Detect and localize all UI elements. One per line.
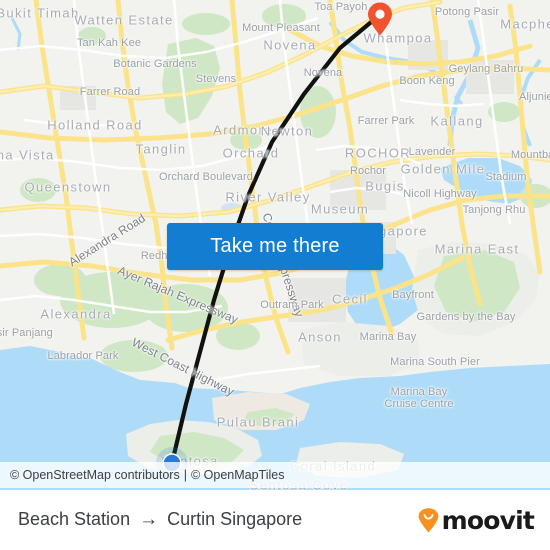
route-footer: Beach Station → Curtin Singapore moovit [0,490,550,550]
arrow-icon: → [139,509,159,530]
moovit-pin-icon [418,507,438,532]
take-me-there-button[interactable]: Take me there [167,223,383,270]
moovit-route-card: Bukit Timah Watten Estate Tan Kah Kee Botan… [0,0,550,550]
attribution-openmaptiles[interactable]: © OpenMapTiles [191,468,285,482]
moovit-wordmark: moovit [441,505,535,535]
origin-label: Beach Station [18,509,131,529]
attribution-osm[interactable]: © OpenStreetMap contributors [10,468,180,482]
map-attribution: © OpenStreetMap contributors | © OpenMap… [0,462,550,488]
moovit-logo[interactable]: moovit [418,505,535,535]
attribution-separator: | [183,468,187,482]
map-canvas[interactable]: Bukit Timah Watten Estate Tan Kah Kee Botan… [0,0,550,490]
destination-label: Curtin Singapore [167,509,303,529]
destination-pin[interactable] [367,2,393,36]
route-summary: Beach Station → Curtin Singapore [18,509,302,531]
